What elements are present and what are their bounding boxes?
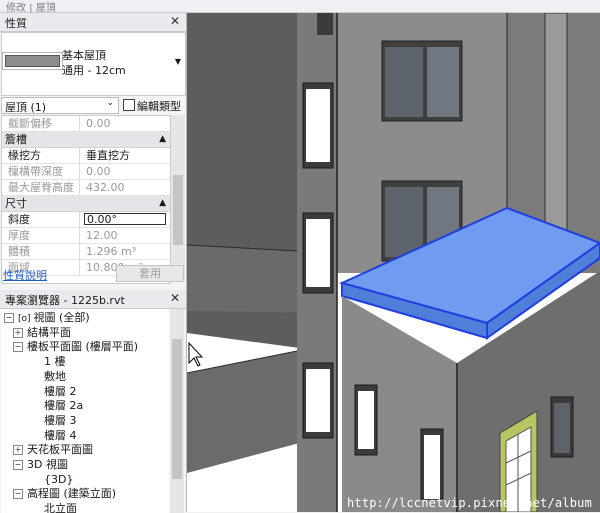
edit-type-icon	[123, 99, 135, 111]
properties-help-link[interactable]: 性質說明	[3, 267, 47, 283]
tree-node-label: 1 樓	[44, 355, 66, 369]
scrollbar-thumb[interactable]	[172, 339, 182, 479]
edit-type-button[interactable]: 編輯類型	[122, 97, 184, 113]
property-key: 厚度	[2, 228, 80, 243]
property-value: 0.00	[86, 165, 111, 178]
browser-scrollbar[interactable]	[170, 309, 184, 513]
tree-node[interactable]: − [o] 視圖 (全部)	[4, 311, 90, 325]
collapse-icon[interactable]: ▲	[159, 196, 166, 211]
tree-node-label: 天花板平面圖	[27, 443, 93, 457]
mouse-cursor-icon	[188, 341, 204, 367]
property-key: 最大屋脊高度	[2, 180, 80, 195]
tree-node-label: 北立面	[44, 502, 77, 513]
property-key: 體積	[2, 244, 80, 259]
tree-node[interactable]: − 高程圖 (建築立面)	[13, 487, 116, 501]
property-value: 12.00	[86, 229, 118, 242]
3d-viewport[interactable]: http://lccnetvip.pixnet.net/album	[187, 13, 600, 512]
tree-node-label: 樓層 3	[44, 413, 77, 427]
edit-type-label: 編輯類型	[137, 100, 181, 113]
tree-node-label: 高程圖 (建築立面)	[27, 487, 117, 501]
property-row[interactable]: 截斷偏移 0.00	[2, 116, 170, 132]
type-selector[interactable]: 基本屋頂 通用 - 12cm ▼	[1, 32, 186, 96]
browser-tree: − [o] 視圖 (全部) + 結構平面 − 樓板平面圖 (樓層平面) 1 樓敷地 樓層 2 樓層…	[1, 309, 169, 513]
property-row[interactable]: 最大屋脊高度 432.00	[2, 180, 170, 196]
tree-node-label: 樓層 2a	[44, 399, 84, 413]
expand-icon[interactable]: +	[13, 327, 23, 338]
property-row[interactable]: 厚度 12.00	[2, 228, 170, 244]
property-value: 0.00	[86, 117, 111, 130]
property-key: 斜度	[2, 212, 80, 227]
group-label: 尺寸	[5, 197, 27, 210]
properties-header: 性質 ✕	[0, 13, 186, 32]
property-value[interactable]: 0.00°	[84, 213, 166, 226]
collapse-icon[interactable]: −	[4, 313, 14, 323]
watermark: http://lccnetvip.pixnet.net/album	[346, 496, 592, 510]
close-icon[interactable]: ✕	[170, 291, 180, 305]
tree-node[interactable]: 樓層 2	[31, 385, 77, 399]
tree-node-label: 3D 視圖	[27, 458, 68, 471]
instance-filter-select[interactable]: 屋頂 (1) ⌄	[1, 97, 119, 114]
property-value[interactable]: 垂直挖方	[86, 148, 130, 163]
instance-filter-value: 屋頂 (1)	[5, 101, 47, 114]
project-browser-title: 專案瀏覽器 - 1225b.rvt	[5, 294, 125, 307]
tree-node-label: {3D}	[44, 472, 74, 486]
group-label: 簷槽	[5, 133, 27, 146]
building-model	[187, 13, 600, 512]
property-key: 檁構帶深度	[2, 164, 80, 179]
tree-node[interactable]: {3D}	[31, 473, 73, 487]
collapse-icon[interactable]: −	[13, 489, 23, 500]
expand-icon[interactable]: +	[13, 445, 23, 456]
property-key: 截斷偏移	[2, 116, 80, 131]
tree-node[interactable]: + 結構平面	[13, 326, 71, 340]
tree-node-label: 敷地	[44, 369, 66, 383]
dropdown-arrow-icon[interactable]: ▼	[175, 57, 181, 66]
type-name: 基本屋頂	[62, 49, 106, 62]
apply-button[interactable]: 套用	[116, 265, 184, 282]
property-value: 1.296 m³	[86, 245, 137, 258]
collapse-icon[interactable]: −	[13, 342, 23, 353]
tree-node[interactable]: 敷地	[31, 370, 66, 384]
left-panel: 性質 ✕ 基本屋頂 通用 - 12cm ▼ 屋頂 (1) ⌄ 編輯類型 截斷偏移…	[0, 13, 187, 513]
context-label: 修改 | 屋頂	[6, 3, 56, 14]
tree-node[interactable]: − 樓板平面圖 (樓層平面)	[13, 340, 138, 354]
property-row[interactable]: 檁構帶深度 0.00	[2, 164, 170, 180]
properties-grid: 截斷偏移 0.00 簷槽 ▲ 椽挖方 垂直挖方 檁構帶深度 0.00 最大屋脊高度 432.00 尺…	[1, 115, 171, 284]
collapse-icon[interactable]: ▲	[159, 132, 166, 147]
tree-node-label: 視圖 (全部)	[33, 311, 90, 324]
roof-type-icon	[5, 55, 60, 67]
project-browser-header: 專案瀏覽器 - 1225b.rvt ✕	[0, 290, 186, 309]
property-value: 432.00	[86, 181, 125, 194]
scrollbar-thumb[interactable]	[173, 175, 183, 245]
properties-title: 性質	[5, 17, 27, 30]
tree-node[interactable]: 北立面	[31, 502, 77, 513]
tree-node-label: 樓板平面圖 (樓層平面)	[27, 340, 139, 354]
tree-node[interactable]: −3D 視圖	[13, 458, 68, 472]
tree-node[interactable]: 樓層 3	[31, 414, 77, 428]
tree-node[interactable]: + 天花板平面圖	[13, 443, 93, 457]
close-icon[interactable]: ✕	[170, 14, 180, 28]
property-group[interactable]: 尺寸 ▲	[2, 196, 170, 212]
tree-node[interactable]: 1 樓	[31, 355, 66, 369]
ribbon-context-bar: 修改 | 屋頂	[0, 0, 600, 14]
tree-node-label: 樓層 4	[44, 428, 77, 442]
tree-node-label: 結構平面	[27, 325, 71, 339]
views-icon: [o]	[18, 314, 31, 324]
tree-node[interactable]: 樓層 2a	[31, 399, 83, 413]
tree-node[interactable]: 樓層 4	[31, 429, 77, 443]
properties-scrollbar[interactable]	[170, 115, 185, 282]
property-key: 椽挖方	[2, 148, 80, 163]
project-browser: 專案瀏覽器 - 1225b.rvt ✕ − [o] 視圖 (全部) + 結構平面 − 樓板平…	[0, 290, 186, 513]
type-subname: 通用 - 12cm	[62, 64, 126, 77]
chevron-down-icon: ⌄	[106, 98, 114, 108]
property-row[interactable]: 斜度 0.00°	[2, 212, 170, 228]
tree-node-label: 樓層 2	[44, 384, 77, 398]
property-row[interactable]: 椽挖方 垂直挖方	[2, 148, 170, 164]
property-group[interactable]: 簷槽 ▲	[2, 132, 170, 148]
property-row[interactable]: 體積 1.296 m³	[2, 244, 170, 260]
collapse-icon[interactable]: −	[13, 460, 23, 470]
